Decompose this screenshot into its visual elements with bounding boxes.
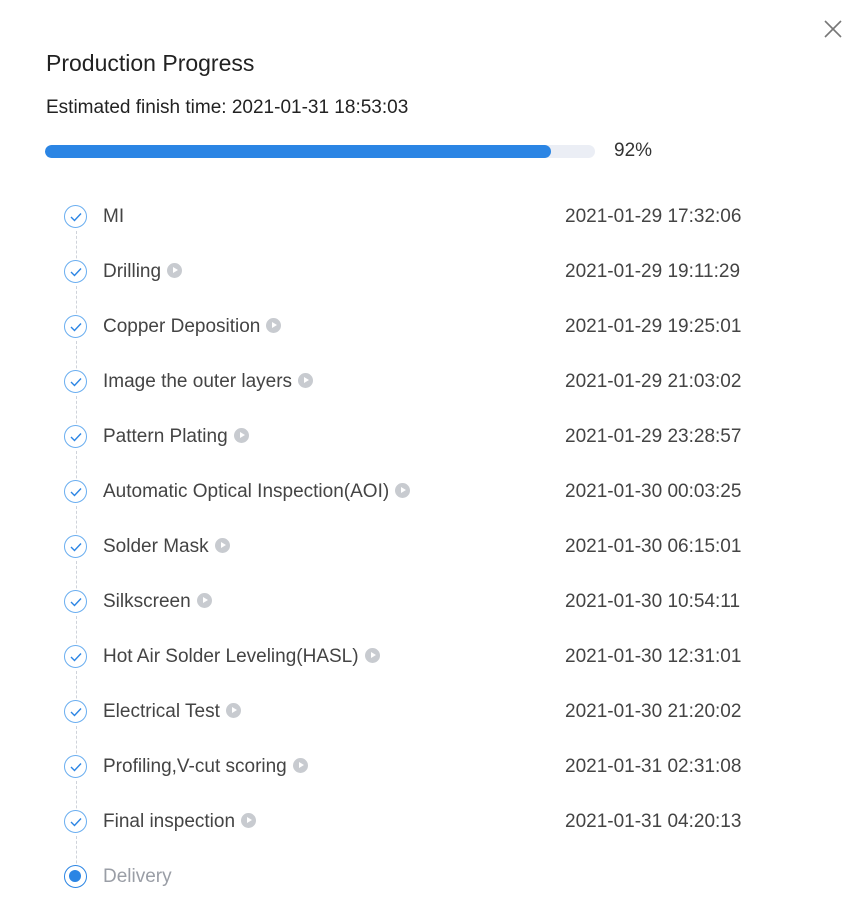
play-circle-icon[interactable] bbox=[233, 428, 249, 443]
step-label: Silkscreen bbox=[103, 591, 191, 612]
step-label: Copper Deposition bbox=[103, 316, 261, 337]
step-time: 2021-01-30 12:31:01 bbox=[565, 646, 742, 667]
step-time: 2021-01-29 17:32:06 bbox=[565, 206, 742, 227]
step-label: Profiling,V-cut scoring bbox=[103, 756, 287, 777]
step-label: Image the outer layers bbox=[103, 371, 293, 392]
estimate-value: 2021-01-31 18:53:03 bbox=[231, 97, 409, 118]
step-name: Electrical Test bbox=[103, 699, 241, 725]
timeline-step: Pattern Plating 2021-01-29 23:28:57 bbox=[0, 410, 862, 493]
step-name: Delivery bbox=[103, 864, 172, 890]
play-circle-icon[interactable] bbox=[364, 648, 380, 663]
step-label: Electrical Test bbox=[103, 701, 220, 722]
close-button[interactable] bbox=[820, 16, 846, 42]
estimate-label: Estimated finish time: bbox=[46, 97, 232, 118]
check-circle-icon bbox=[64, 535, 87, 558]
check-circle-icon bbox=[64, 260, 87, 283]
step-name: Profiling,V-cut scoring bbox=[103, 754, 308, 780]
play-circle-icon[interactable] bbox=[167, 263, 183, 278]
step-time: 2021-01-30 10:54:11 bbox=[565, 591, 741, 612]
step-time: 2021-01-30 06:15:01 bbox=[565, 536, 742, 557]
check-circle-icon bbox=[64, 645, 87, 668]
timeline-step: Silkscreen 2021-01-30 10:54:11 bbox=[0, 575, 862, 658]
timeline-step: Image the outer layers 2021-01-29 21:03:0… bbox=[0, 355, 862, 438]
step-time: 2021-01-30 21:20:02 bbox=[565, 701, 742, 722]
step-name: Solder Mask bbox=[103, 534, 230, 560]
step-time: 2021-01-30 00:03:25 bbox=[565, 481, 742, 502]
step-label: Drilling bbox=[103, 261, 162, 282]
check-circle-icon bbox=[64, 480, 87, 503]
step-name: MI bbox=[103, 204, 124, 230]
check-circle-icon bbox=[64, 810, 87, 833]
close-icon bbox=[820, 16, 846, 42]
check-circle-icon bbox=[64, 700, 87, 723]
play-circle-icon[interactable] bbox=[292, 758, 308, 773]
step-label: Final inspection bbox=[103, 811, 236, 832]
progress-bar-fill bbox=[45, 145, 551, 158]
timeline-step: Electrical Test 2021-01-30 21:20:02 bbox=[0, 685, 862, 768]
step-name: Hot Air Solder Leveling(HASL) bbox=[103, 644, 380, 670]
step-name: Silkscreen bbox=[103, 589, 212, 615]
timeline-step: Automatic Optical Inspection(AOI) 2021-01… bbox=[0, 465, 862, 548]
timeline-step: Copper Deposition 2021-01-29 19:25:01 bbox=[0, 300, 862, 383]
check-circle-icon bbox=[64, 425, 87, 448]
timeline-step: Solder Mask 2021-01-30 06:15:01 bbox=[0, 520, 862, 603]
play-circle-icon[interactable] bbox=[225, 703, 241, 718]
timeline-step: MI 2021-01-29 17:32:06 bbox=[0, 190, 862, 273]
estimated-finish-time: Estimated finish time: 2021-01-31 18:53:… bbox=[46, 95, 408, 121]
check-circle-icon bbox=[64, 755, 87, 778]
check-circle-icon bbox=[64, 590, 87, 613]
play-circle-icon[interactable] bbox=[298, 373, 314, 388]
check-circle-icon bbox=[64, 315, 87, 338]
step-time: 2021-01-29 23:28:57 bbox=[565, 426, 742, 447]
step-name: Final inspection bbox=[103, 809, 257, 835]
step-label: Hot Air Solder Leveling(HASL) bbox=[103, 646, 359, 667]
step-label: MI bbox=[103, 206, 125, 227]
check-circle-icon bbox=[64, 205, 87, 228]
play-circle-icon[interactable] bbox=[241, 813, 257, 828]
step-time: 2021-01-29 19:11:29 bbox=[565, 261, 741, 282]
step-name: Drilling bbox=[103, 259, 183, 285]
step-label: Delivery bbox=[103, 866, 172, 887]
play-circle-icon[interactable] bbox=[266, 318, 282, 333]
step-name: Copper Deposition bbox=[103, 314, 282, 340]
timeline-step: Final inspection 2021-01-31 04:20:13 bbox=[0, 795, 862, 878]
timeline-step: Hot Air Solder Leveling(HASL) 2021-01-30 … bbox=[0, 630, 862, 713]
step-name: Image the outer layers bbox=[103, 369, 314, 395]
production-timeline: MI 2021-01-29 17:32:06 Drilling 2021-01-29 … bbox=[0, 190, 862, 905]
progress-bar bbox=[45, 145, 595, 158]
step-time: 2021-01-31 02:31:08 bbox=[565, 756, 742, 777]
step-time: 2021-01-29 21:03:02 bbox=[565, 371, 742, 392]
progress-percent: 92% bbox=[614, 140, 653, 161]
step-label: Pattern Plating bbox=[103, 426, 228, 447]
step-time: 2021-01-31 04:20:13 bbox=[565, 811, 742, 832]
dialog-title: Production Progress bbox=[46, 50, 255, 76]
step-label: Automatic Optical Inspection(AOI) bbox=[103, 481, 390, 502]
timeline-step: Profiling,V-cut scoring 2021-01-31 02:31:… bbox=[0, 740, 862, 823]
step-time: 2021-01-29 19:25:01 bbox=[565, 316, 742, 337]
play-circle-icon[interactable] bbox=[196, 593, 212, 608]
play-circle-icon[interactable] bbox=[214, 538, 230, 553]
play-circle-icon[interactable] bbox=[395, 483, 411, 498]
timeline-step: Delivery bbox=[0, 850, 862, 905]
step-name: Automatic Optical Inspection(AOI) bbox=[103, 479, 411, 505]
check-circle-icon bbox=[64, 370, 87, 393]
current-step-dot-icon bbox=[64, 865, 87, 888]
step-label: Solder Mask bbox=[103, 536, 209, 557]
timeline-step: Drilling 2021-01-29 19:11:29 bbox=[0, 245, 862, 328]
step-name: Pattern Plating bbox=[103, 424, 249, 450]
